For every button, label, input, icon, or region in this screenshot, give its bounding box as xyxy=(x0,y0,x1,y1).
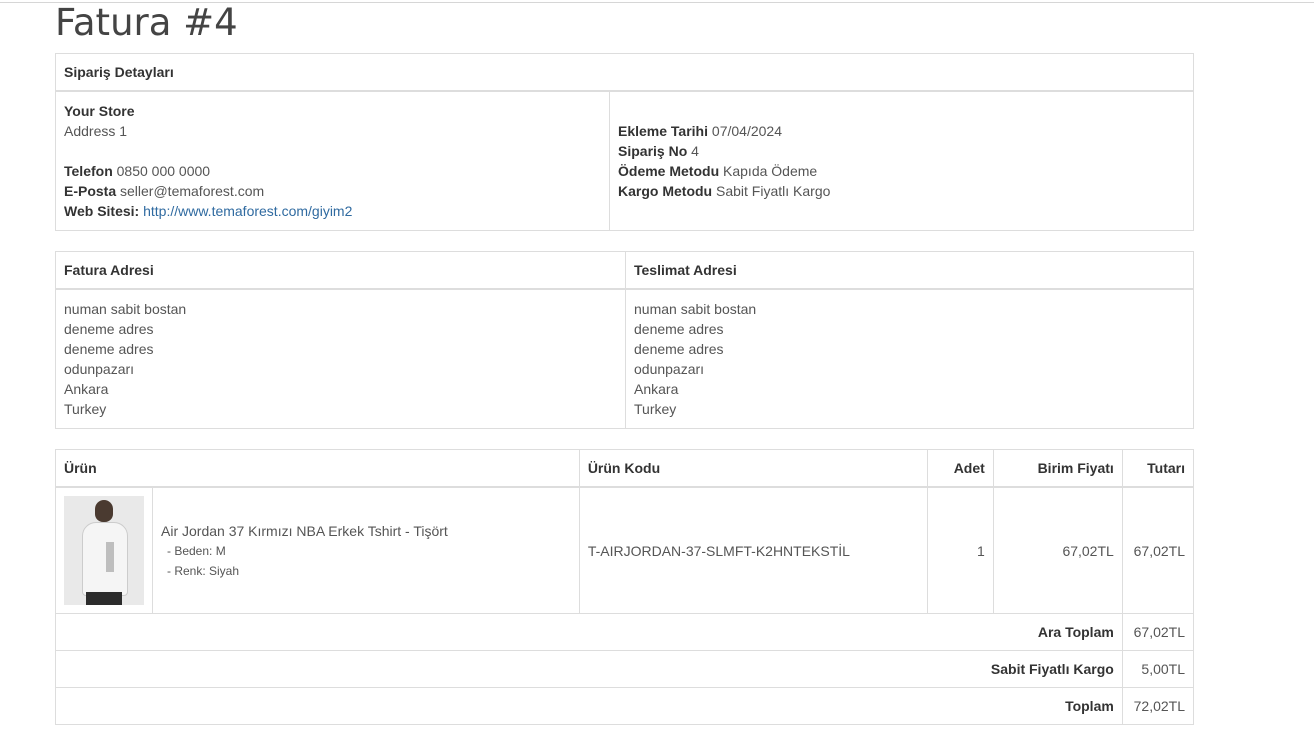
product-unit-price: 67,02TL xyxy=(992,486,1123,614)
product-image-cell xyxy=(55,486,153,614)
phone-label: Telefon xyxy=(64,163,113,179)
col-qty: Adet xyxy=(926,449,994,488)
billing-line: Ankara xyxy=(64,381,109,397)
order-no-value: 4 xyxy=(691,143,699,159)
shipping-cost-value: 5,00TL xyxy=(1121,650,1195,688)
shipping-line: deneme adres xyxy=(634,341,724,357)
invoice-container: Fatura #4 Sipariş Detayları Your Store A… xyxy=(55,0,1195,725)
date-value: 07/04/2024 xyxy=(711,123,782,139)
email-label: E-Posta xyxy=(64,183,117,199)
shipping-line: deneme adres xyxy=(634,321,724,337)
product-name-cell: Air Jordan 37 Kırmızı NBA Erkek Tshirt -… xyxy=(152,486,580,614)
table-row: Air Jordan 37 Kırmızı NBA Erkek Tshirt -… xyxy=(55,486,1195,614)
shipping-line: numan sabit bostan xyxy=(634,301,757,317)
billing-line: deneme adres xyxy=(64,341,154,357)
col-code: Ürün Kodu xyxy=(578,449,928,488)
payment-value: Kapıda Ödeme xyxy=(723,163,818,179)
subtotal-label: Ara Toplam xyxy=(55,613,1123,651)
shipping-method-label: Kargo Metodu xyxy=(618,183,713,199)
col-unit-price: Birim Fiyatı xyxy=(992,449,1123,488)
total-label: Toplam xyxy=(55,687,1123,725)
products-table: Ürün Ürün Kodu Adet Birim Fiyatı Tutarı … xyxy=(55,449,1195,725)
col-product: Ürün xyxy=(55,449,580,488)
order-details-header: Sipariş Detayları xyxy=(55,53,1194,92)
store-info-cell: Your Store Address 1 Telefon 0850 000 00… xyxy=(55,90,610,231)
store-address: Address 1 xyxy=(64,123,128,139)
product-option-size: - Beden: M xyxy=(167,543,226,558)
payment-label: Ödeme Metodu xyxy=(618,163,720,179)
store-name: Your Store xyxy=(64,103,135,119)
addresses-table: Fatura Adresi Teslimat Adresi numan sabi… xyxy=(55,251,1194,429)
billing-line: numan sabit bostan xyxy=(64,301,187,317)
phone-value: 0850 000 0000 xyxy=(116,163,211,179)
product-total: 67,02TL xyxy=(1121,486,1195,614)
order-details-table: Sipariş Detayları Your Store Address 1 T… xyxy=(55,53,1194,231)
billing-line: deneme adres xyxy=(64,321,154,337)
shipping-line: odunpazarı xyxy=(634,361,705,377)
col-total: Tutarı xyxy=(1121,449,1195,488)
date-label: Ekleme Tarihi xyxy=(618,123,709,139)
shipping-cost-label: Sabit Fiyatlı Kargo xyxy=(55,650,1123,688)
shipping-row: Sabit Fiyatlı Kargo 5,00TL xyxy=(55,650,1195,688)
total-row: Toplam 72,02TL xyxy=(55,687,1195,725)
shipping-address-header: Teslimat Adresi xyxy=(625,251,1194,290)
billing-address-cell: numan sabit bostan deneme adres deneme a… xyxy=(55,288,626,429)
email-value: seller@temaforest.com xyxy=(120,183,265,199)
total-value: 72,02TL xyxy=(1121,687,1195,725)
product-code: T-AIRJORDAN-37-SLMFT-K2HNTEKSTİL xyxy=(578,486,928,614)
website-link[interactable]: http://www.temaforest.com/giyim2 xyxy=(143,203,352,219)
website-label: Web Sitesi: xyxy=(64,203,140,219)
product-qty: 1 xyxy=(926,486,994,614)
order-no-label: Sipariş No xyxy=(618,143,688,159)
product-option-color: - Renk: Siyah xyxy=(167,563,240,578)
shipping-line: Turkey xyxy=(634,401,677,417)
shipping-method-value: Sabit Fiyatlı Kargo xyxy=(716,183,831,199)
order-meta-cell: Ekleme Tarihi 07/04/2024 Sipariş No 4 Öd… xyxy=(609,90,1194,231)
shipping-address-cell: numan sabit bostan deneme adres deneme a… xyxy=(625,288,1194,429)
subtotal-value: 67,02TL xyxy=(1121,613,1195,651)
shipping-line: Ankara xyxy=(634,381,679,397)
product-image[interactable] xyxy=(64,496,144,605)
product-name[interactable]: Air Jordan 37 Kırmızı NBA Erkek Tshirt -… xyxy=(161,521,571,541)
billing-line: Turkey xyxy=(64,401,107,417)
subtotal-row: Ara Toplam 67,02TL xyxy=(55,613,1195,651)
billing-line: odunpazarı xyxy=(64,361,135,377)
page-title: Fatura #4 xyxy=(55,1,238,44)
billing-address-header: Fatura Adresi xyxy=(55,251,626,290)
